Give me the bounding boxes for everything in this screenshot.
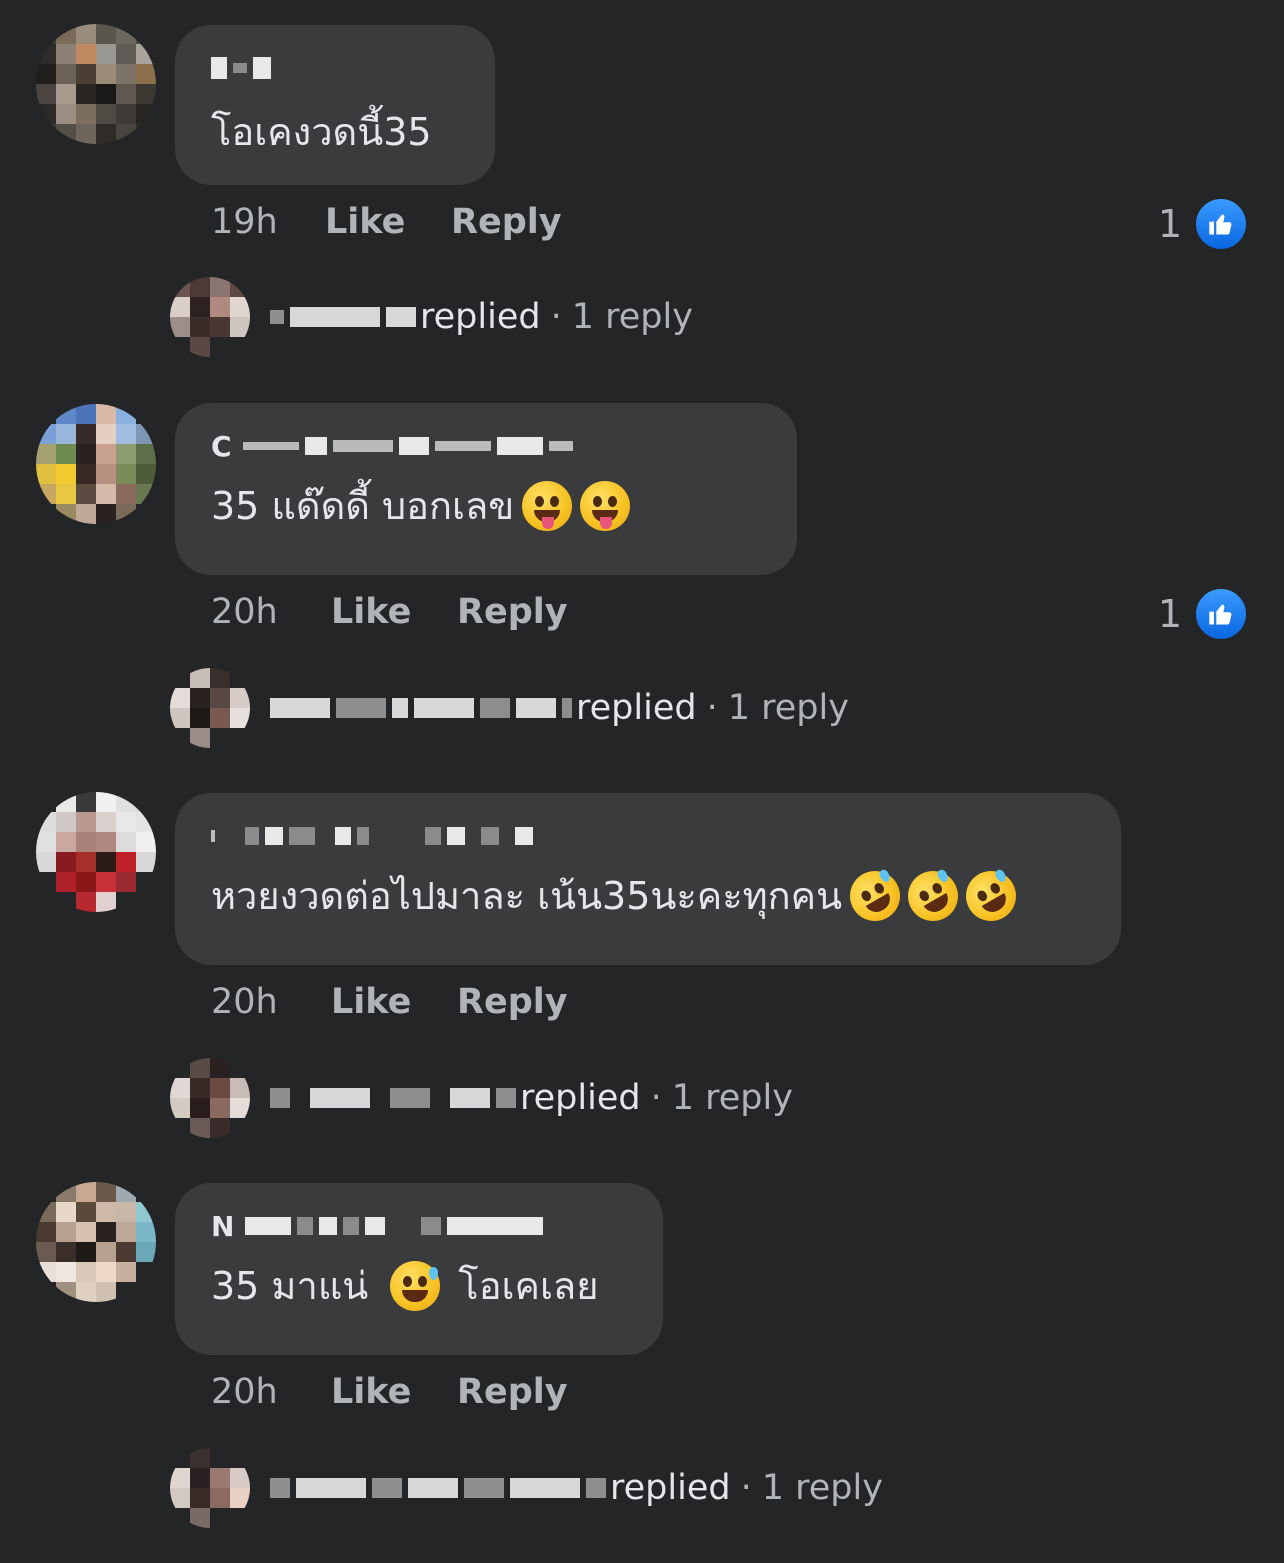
rolling-on-floor-laughing-emoji — [840, 861, 910, 931]
reaction-summary[interactable]: 1 — [1158, 587, 1248, 641]
replied-label: replied — [610, 1468, 731, 1508]
comment-actions: 20h Like Reply — [211, 982, 568, 1022]
avatar[interactable] — [36, 404, 156, 524]
view-replies-link[interactable]: replied · 1 reply — [170, 668, 849, 748]
like-button[interactable]: Like — [331, 982, 457, 1022]
view-replies-link[interactable]: replied · 1 reply — [170, 1448, 883, 1528]
comment-bubble: โอเคงวดนี้35 — [175, 25, 495, 185]
separator: · — [740, 1468, 752, 1508]
thumbs-up-icon — [1194, 197, 1248, 251]
rolling-on-floor-laughing-emoji — [898, 861, 968, 931]
rolling-on-floor-laughing-emoji — [956, 861, 1026, 931]
reply-count: 1 reply — [571, 297, 693, 337]
redacted-name — [270, 1088, 516, 1108]
separator: · — [706, 688, 718, 728]
comment-text: หวยงวดต่อไปมาละ เน้น35นะคะทุกคน — [211, 861, 1085, 931]
comment-text: 35 มาแน่ โอเคเลย — [211, 1261, 627, 1311]
grinning-face-with-sweat-emoji — [390, 1261, 441, 1311]
timestamp[interactable]: 19h — [211, 202, 325, 242]
redacted-name — [270, 698, 572, 718]
zany-face-emoji — [522, 481, 573, 531]
like-button[interactable]: Like — [331, 1372, 457, 1412]
separator: · — [650, 1078, 662, 1118]
avatar[interactable] — [36, 1182, 156, 1302]
reaction-summary[interactable]: 1 — [1158, 197, 1248, 251]
separator: · — [550, 297, 562, 337]
replied-label: replied — [576, 688, 697, 728]
comment-actions: 20h Like Reply — [211, 1372, 568, 1412]
author-name[interactable] — [211, 51, 459, 85]
comment-bubble: C 35 แด๊ดดี้ บอกเลข — [175, 403, 797, 575]
view-replies-link[interactable]: replied · 1 reply — [170, 1058, 793, 1138]
author-name[interactable]: C — [211, 429, 761, 463]
reply-count: 1 reply — [671, 1078, 793, 1118]
replied-label: replied — [420, 297, 541, 337]
reply-count: 1 reply — [761, 1468, 883, 1508]
avatar — [170, 1448, 250, 1528]
avatar[interactable] — [36, 792, 156, 912]
redacted-name — [270, 307, 416, 327]
comment-bubble: N 35 มาแน่ โอเคเลย — [175, 1183, 663, 1355]
timestamp[interactable]: 20h — [211, 982, 331, 1022]
comment-actions: 19h Like Reply — [211, 202, 562, 242]
winking-face-with-tongue-emoji — [580, 481, 631, 531]
comment-actions: 20h Like Reply — [211, 592, 568, 632]
redacted-name — [270, 1478, 606, 1498]
reply-button[interactable]: Reply — [457, 1372, 568, 1412]
replied-label: replied — [520, 1078, 641, 1118]
avatar — [170, 1058, 250, 1138]
reply-button[interactable]: Reply — [451, 202, 562, 242]
timestamp[interactable]: 20h — [211, 592, 331, 632]
thumbs-up-icon — [1194, 587, 1248, 641]
comment-text: โอเคงวดนี้35 — [211, 110, 432, 154]
reply-button[interactable]: Reply — [457, 592, 568, 632]
comment-text: 35 แด๊ดดี้ บอกเลข — [211, 481, 761, 531]
avatar — [170, 277, 250, 357]
avatar[interactable] — [36, 24, 156, 144]
timestamp[interactable]: 20h — [211, 1372, 331, 1412]
reaction-count: 1 — [1157, 202, 1182, 246]
avatar — [170, 668, 250, 748]
comment-bubble: หวยงวดต่อไปมาละ เน้น35นะคะทุกคน — [175, 793, 1121, 965]
author-name[interactable] — [211, 819, 1085, 853]
view-replies-link[interactable]: replied · 1 reply — [170, 277, 693, 357]
like-button[interactable]: Like — [331, 592, 457, 632]
reaction-count: 1 — [1157, 592, 1182, 636]
reply-button[interactable]: Reply — [457, 982, 568, 1022]
like-button[interactable]: Like — [325, 202, 451, 242]
author-name[interactable]: N — [211, 1209, 627, 1243]
reply-count: 1 reply — [727, 688, 849, 728]
